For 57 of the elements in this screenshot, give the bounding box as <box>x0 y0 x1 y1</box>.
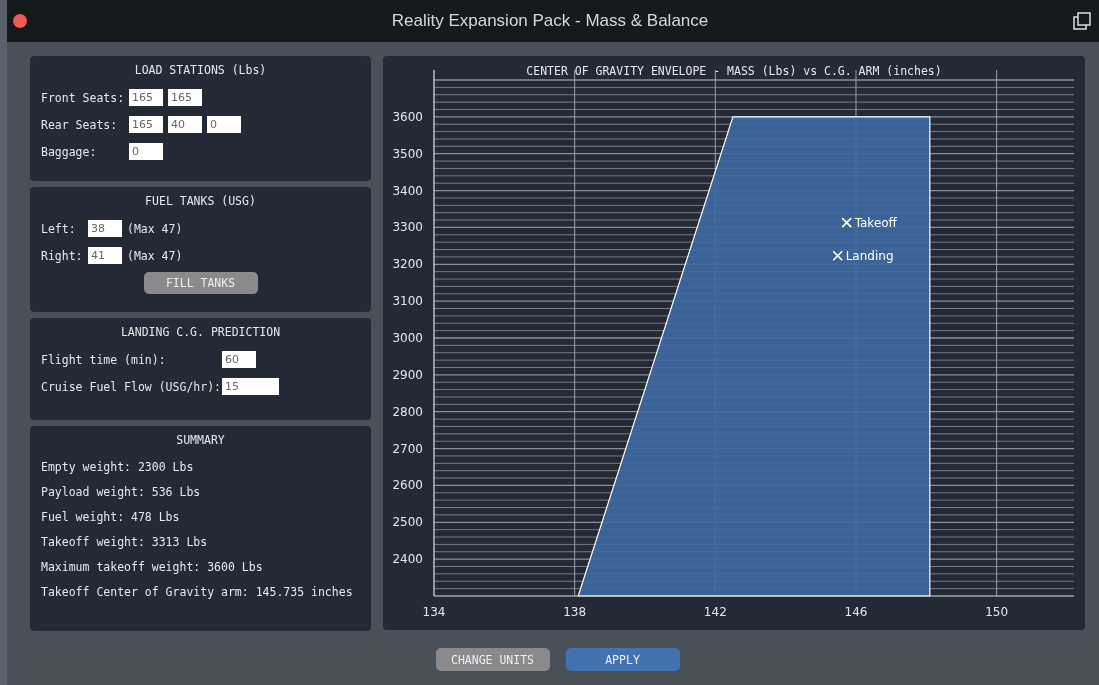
x-tick-label: 146 <box>844 605 868 619</box>
input-field[interactable]: 38 <box>88 220 122 237</box>
summary-line: Maximum takeoff weight: 3600 Lbs <box>41 560 264 574</box>
y-tick-label: 3600 <box>392 109 423 124</box>
input-field[interactable]: 41 <box>88 247 122 264</box>
close-button[interactable] <box>13 14 27 28</box>
window-title: Reality Expansion Pack - Mass & Balance <box>391 11 709 31</box>
summary-line: Payload weight: 536 Lbs <box>41 485 202 499</box>
field-label: Left: <box>41 221 77 236</box>
input-field[interactable]: 165 <box>168 89 202 106</box>
point-marker-icon <box>841 217 852 228</box>
summary-line: Empty weight: 2300 Lbs <box>41 460 195 474</box>
input-field[interactable]: 0 <box>207 116 241 133</box>
input-field[interactable]: 165 <box>129 89 163 106</box>
field-label: Baggage: <box>41 144 98 159</box>
panel-title: FUEL TANKS (USG) <box>144 194 257 208</box>
point-marker-icon <box>832 250 843 262</box>
panel-title: LANDING C.G. PREDICTION <box>119 325 282 339</box>
y-tick-label: 2600 <box>392 478 423 493</box>
summary-line: Fuel weight: 478 Lbs <box>41 510 181 524</box>
point-label: Landing <box>845 249 894 264</box>
field-label: Flight time (min): <box>41 352 167 367</box>
y-tick-label: 3500 <box>392 146 423 161</box>
x-tick-label: 138 <box>563 605 587 619</box>
max-note: (Max 47) <box>127 221 183 236</box>
field-label: Cruise Fuel Flow (USG/hr): <box>41 379 217 394</box>
x-tick-label: 150 <box>985 605 1009 619</box>
chart-title: CENTER OF GRAVITY ENVELOPE - MASS (Lbs) vs C.G. ARM (inches) <box>526 64 942 78</box>
y-tick-label: 3100 <box>392 294 423 309</box>
input-field[interactable]: 60 <box>222 351 256 368</box>
field-label: Rear Seats: <box>41 117 119 132</box>
x-tick-label: 142 <box>703 605 727 619</box>
y-tick-label: 2700 <box>392 441 423 456</box>
y-tick-label: 2500 <box>392 515 423 530</box>
apply-button[interactable]: APPLY <box>565 648 680 671</box>
input-field[interactable]: 40 <box>168 116 202 133</box>
restore-icon[interactable] <box>1073 12 1091 30</box>
y-tick-label: 3300 <box>392 220 423 235</box>
input-field[interactable]: 15 <box>222 378 279 395</box>
panel-title: SUMMARY <box>175 433 226 447</box>
input-field[interactable]: 0 <box>129 143 163 160</box>
max-note: (Max 47) <box>127 248 183 263</box>
x-tick-label: 134 <box>422 605 446 619</box>
field-label: Front Seats: <box>41 90 124 105</box>
field-label: Right: <box>41 248 83 263</box>
summary-line: Takeoff Center of Gravity arm: 145.735 inches <box>41 585 354 599</box>
y-tick-label: 2900 <box>392 367 423 382</box>
point-label: Takeoff <box>854 216 897 231</box>
y-tick-label: 3000 <box>392 331 423 345</box>
summary-line: Takeoff weight: 3313 Lbs <box>41 535 209 549</box>
y-tick-label: 2800 <box>392 404 423 419</box>
change-units-button[interactable]: CHANGE UNITS <box>435 648 550 671</box>
y-tick-label: 2400 <box>392 552 423 567</box>
panel-title: LOAD STATIONS (Lbs) <box>133 63 268 77</box>
y-tick-label: 3200 <box>392 257 423 272</box>
input-field[interactable]: 165 <box>129 116 163 133</box>
y-tick-label: 3400 <box>392 183 423 198</box>
